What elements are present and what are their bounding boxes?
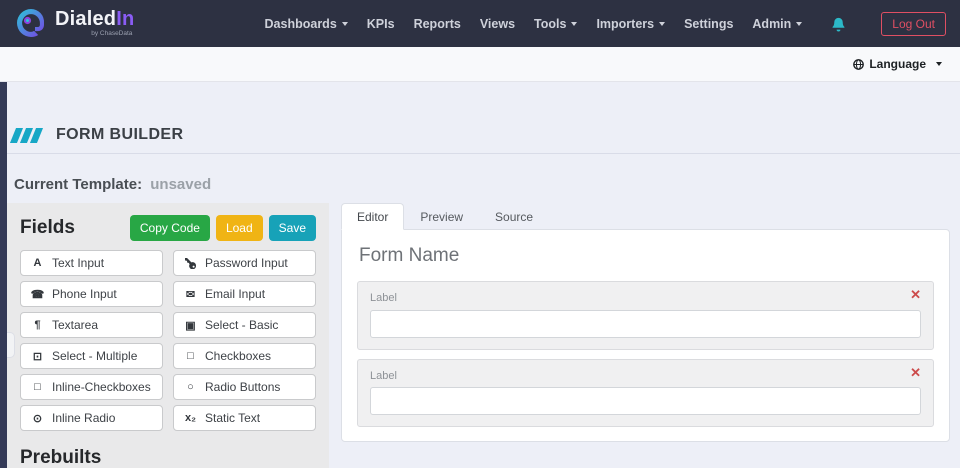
field-password-input[interactable]: Password Input <box>173 250 316 276</box>
current-template-line: Current Template: unsaved <box>0 176 960 193</box>
field-value-input[interactable] <box>370 309 921 338</box>
field-select-basic[interactable]: ▣ Select - Basic <box>173 312 316 338</box>
field-static-text[interactable]: x₂ Static Text <box>173 405 316 431</box>
phone-icon: ☎ <box>30 288 45 301</box>
globe-icon <box>853 58 865 70</box>
field-radio-buttons[interactable]: ○ Radio Buttons <box>173 374 316 400</box>
field-email-input[interactable]: ✉ Email Input <box>173 281 316 307</box>
editor-area: Editor Preview Source Form Name ✕ ✕ <box>341 203 950 442</box>
page-title: FORM BUILDER <box>56 126 184 143</box>
field-label: Checkboxes <box>205 349 272 363</box>
nav-item-views[interactable]: Views <box>480 17 515 31</box>
page-header: FORM BUILDER <box>0 82 960 144</box>
nav-item-kpis[interactable]: KPIs <box>367 17 395 31</box>
field-checkboxes[interactable]: □ Checkboxes <box>173 343 316 369</box>
field-label: Select - Multiple <box>52 349 138 363</box>
brand-name: DialedIn <box>55 8 135 31</box>
caret-down-icon <box>571 21 578 26</box>
save-button[interactable]: Save <box>268 215 316 241</box>
brand-tagline: by ChaseData <box>91 30 133 38</box>
radio-dot-icon: ⊙ <box>32 412 43 425</box>
field-label: Static Text <box>205 411 261 425</box>
key-icon <box>184 257 197 269</box>
form-name-heading: Form Name <box>359 245 460 266</box>
editor-tabs: Editor Preview Source <box>341 203 950 230</box>
field-label-input[interactable] <box>370 367 701 384</box>
field-select-multiple[interactable]: ⊡ Select - Multiple <box>20 343 163 369</box>
language-dropdown[interactable]: Language <box>853 57 942 71</box>
load-button[interactable]: Load <box>215 215 263 241</box>
nav-item-tools[interactable]: Tools <box>534 17 578 31</box>
checkbox-icon: □ <box>187 350 194 362</box>
top-navbar: DialedIn by ChaseData Dashboards KPIs Re… <box>0 0 960 47</box>
caret-down-icon <box>936 62 942 66</box>
nav-item-importers[interactable]: Importers <box>596 17 666 31</box>
field-type-list: A Text Input Password Input ☎ Phone Inpu… <box>20 250 316 431</box>
field-label: Text Input <box>52 256 105 270</box>
square-dot-icon: ⊡ <box>32 350 43 363</box>
brand-logo[interactable]: DialedIn by ChaseData <box>14 7 134 41</box>
nav-menu: Dashboards KPIs Reports Views Tools Impo… <box>265 11 946 36</box>
caret-down-icon <box>341 21 348 26</box>
notifications-bell-icon[interactable] <box>831 16 846 32</box>
copy-code-button[interactable]: Copy Code <box>129 215 210 241</box>
current-template-value: unsaved <box>150 176 212 193</box>
field-label: Textarea <box>52 318 99 332</box>
field-label: Select - Basic <box>205 318 279 332</box>
current-template-label: Current Template: <box>14 176 143 193</box>
editor-tab-panel: Form Name ✕ ✕ <box>341 229 950 442</box>
field-label: Inline Radio <box>52 411 116 425</box>
nav-item-dashboards[interactable]: Dashboards <box>265 17 348 31</box>
caret-down-icon <box>796 21 803 26</box>
tab-preview[interactable]: Preview <box>404 203 479 230</box>
tab-source[interactable]: Source <box>479 203 549 230</box>
field-label: Inline-Checkboxes <box>52 380 151 394</box>
form-field-card: ✕ <box>357 281 934 350</box>
header-divider <box>0 153 960 154</box>
field-label: Radio Buttons <box>205 380 281 394</box>
paragraph-icon: ¶ <box>34 319 41 331</box>
field-label-input[interactable] <box>370 289 701 307</box>
nav-item-reports[interactable]: Reports <box>414 17 461 31</box>
field-label: Email Input <box>205 287 266 301</box>
fields-panel: Fields Copy Code Load Save A Text Input <box>7 203 329 468</box>
log-out-button[interactable]: Log Out <box>881 11 946 36</box>
field-phone-input[interactable]: ☎ Phone Input <box>20 281 163 307</box>
dialedin-logo-icon <box>14 7 48 41</box>
font-icon: A <box>33 257 42 269</box>
nav-item-admin[interactable]: Admin <box>752 17 803 31</box>
field-label: Phone Input <box>52 287 117 301</box>
fields-actions: Copy Code Load Save <box>129 215 316 241</box>
tab-editor[interactable]: Editor <box>341 203 405 230</box>
envelope-icon: ✉ <box>185 288 196 301</box>
caret-square-icon: ▣ <box>185 319 196 332</box>
radio-icon: ○ <box>187 381 194 393</box>
field-label: Password Input <box>205 256 288 270</box>
fields-panel-title: Fields <box>20 217 75 238</box>
field-textarea[interactable]: ¶ Textarea <box>20 312 163 338</box>
field-value-input[interactable] <box>370 387 921 415</box>
subscript-icon: x₂ <box>184 412 196 424</box>
form-field-card: ✕ <box>357 358 934 427</box>
triple-slash-icon <box>9 127 44 143</box>
remove-field-button[interactable]: ✕ <box>908 286 923 303</box>
collapsed-sidebar <box>0 82 7 468</box>
remove-field-button[interactable]: ✕ <box>908 364 923 381</box>
caret-down-icon <box>659 21 666 26</box>
field-inline-checkboxes[interactable]: □ Inline-Checkboxes <box>20 374 163 400</box>
language-bar: Language <box>0 47 960 82</box>
prebuilts-section-title: Prebuilts <box>20 447 102 468</box>
checkbox-icon: □ <box>34 381 41 393</box>
field-inline-radio[interactable]: ⊙ Inline Radio <box>20 405 163 431</box>
main-content: FORM BUILDER Current Template: unsaved F… <box>0 82 960 468</box>
field-text-input[interactable]: A Text Input <box>20 250 163 276</box>
sidebar-expand-handle[interactable] <box>7 332 15 358</box>
nav-item-settings[interactable]: Settings <box>684 17 733 31</box>
